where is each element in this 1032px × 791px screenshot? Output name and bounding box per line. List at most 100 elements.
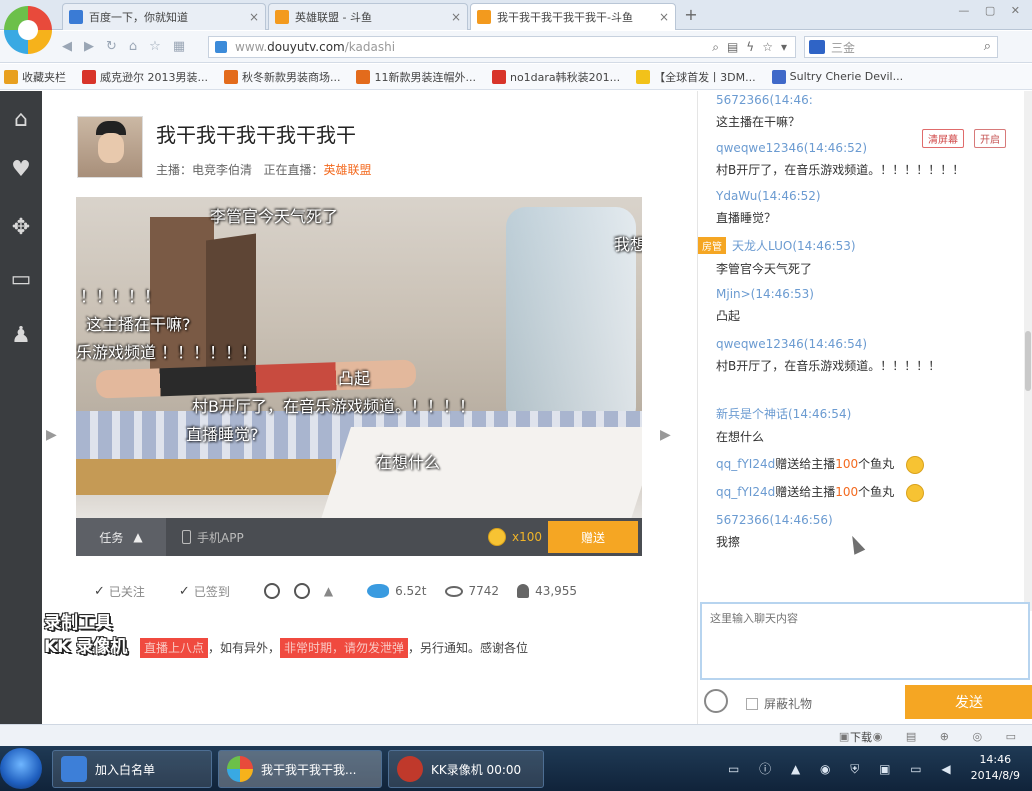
bookmark-item[interactable]: 11新款男装连帽外...	[356, 69, 476, 85]
send-gift-button[interactable]: 赠送	[548, 521, 638, 553]
bookmark-item[interactable]: no1dara韩秋装201...	[491, 69, 620, 85]
list-item: 5672366(14:46:56) 我擦	[716, 513, 833, 549]
close-icon[interactable]: ×	[451, 10, 461, 24]
chevron-down-icon[interactable]: ▾	[781, 40, 787, 55]
search-placeholder: 三金	[831, 40, 856, 55]
report-button[interactable]	[293, 583, 310, 599]
host-name[interactable]: 电竞李伯清	[192, 163, 252, 177]
taskbar: 加入白名单 我干我干我干我... KK录像机 00:00 ▭ ⓘ ▲ ◉ ⛨ ▣…	[0, 746, 1032, 791]
checkbox	[746, 697, 758, 710]
category-link[interactable]: 英雄联盟	[324, 163, 372, 177]
chat-scrollbar[interactable]	[1024, 91, 1032, 611]
taskbar-item-recorder[interactable]: KK录像机 00:00	[388, 750, 544, 788]
share-button[interactable]	[263, 583, 280, 599]
danmu-text: 村B开厅了，在音乐游戏频道。！！！！	[192, 397, 475, 416]
follow-button[interactable]: ✓ 已关注	[94, 583, 145, 600]
list-item: qweqwe12346(14:46:54) 村B开厅了，在音乐游戏频道。！！！！…	[716, 337, 941, 373]
taskbar-item-browser[interactable]: 我干我干我干我...	[218, 750, 382, 788]
grid-icon[interactable]: ▦	[173, 39, 185, 54]
clock[interactable]: 14:46 2014/8/9	[971, 752, 1020, 784]
phone-call-icon	[293, 583, 310, 599]
window-controls[interactable]: — ▢ ✕	[958, 4, 1026, 17]
chevron-left-icon[interactable]: ▶	[46, 427, 57, 443]
nav-buttons: ◀ ▶ ↻ ⌂ ☆ ▦	[62, 39, 185, 54]
folder-icon	[4, 69, 18, 84]
heart-icon[interactable]: ♥	[8, 157, 34, 183]
avatar[interactable]	[77, 116, 143, 178]
tab-lol[interactable]: 英雄联盟 - 斗鱼 ×	[268, 3, 468, 30]
page-title: 我干我干我干我干我干	[156, 123, 356, 147]
video-scene	[321, 427, 642, 518]
view-count: 7742	[444, 584, 499, 598]
favorite-icon[interactable]: ☆	[762, 40, 773, 55]
home-icon[interactable]: ⌂	[8, 107, 34, 133]
tab-current-room[interactable]: 我干我干我干我干我干-斗鱼 ×	[470, 3, 676, 30]
clear-screen-button[interactable]: 清屏幕	[922, 129, 964, 148]
bookmark-item[interactable]: 秋冬新款男装商场...	[223, 69, 340, 85]
douyu-icon	[275, 10, 289, 24]
danmu-text: 直播睡觉?	[186, 425, 259, 444]
list-item: YdaWu(14:46:52) 直播睡觉？	[716, 189, 821, 225]
room-main: 我干我干我干我干我干 主播：电竞李伯清 正在直播：英雄联盟 ▶ 李管官今天气死了…	[42, 91, 697, 724]
gift-icon	[906, 455, 925, 474]
paw-icon	[69, 10, 83, 24]
chat-textarea[interactable]	[710, 610, 1020, 672]
emoji-icon[interactable]	[704, 689, 728, 713]
video-scene	[76, 459, 336, 495]
tab-label: 我干我干我干我干我干-斗鱼	[497, 11, 633, 24]
chat-panel: 5672366(14:46: 这主播在干嘛？ qweqwe12346(14:46…	[697, 91, 1032, 724]
home-icon[interactable]: ⌂	[129, 39, 137, 54]
gift-message: qq_fYI24d赠送给主播100个鱼丸	[716, 455, 925, 474]
block-gift-checkbox[interactable]: 屏蔽礼物	[746, 695, 812, 712]
back-icon[interactable]: ◀	[62, 39, 72, 54]
url-input[interactable]: www.douyutv.com/kadashi ⌕ ▤ ϟ ☆ ▾	[208, 36, 796, 58]
search-icon[interactable]: ⌕	[984, 39, 991, 54]
system-tray[interactable]: ▭ ⓘ ▲ ◉ ⛨ ▣ ▭ ◀	[728, 760, 959, 777]
search-engine-icon[interactable]	[809, 40, 825, 54]
reader-icon[interactable]: ▤	[727, 40, 738, 55]
user-icon[interactable]: ♟	[8, 323, 34, 349]
danmu-text: 凸起	[338, 369, 371, 388]
tmall-icon	[82, 69, 96, 84]
mobile-app-link[interactable]: 手机APP	[182, 529, 244, 546]
close-icon[interactable]: ×	[249, 10, 259, 24]
bookmark-item[interactable]: Sultry Cherie Devil...	[771, 69, 903, 84]
list-item: 新兵是个神话(14:46:54) 在想什么	[716, 407, 852, 444]
video-player[interactable]: 李管官今天气死了 我想 ！！！！！ 这主播在干嘛? 乐游戏频道 ！！！！！！ 凸…	[76, 197, 642, 518]
send-button[interactable]: 发送	[905, 685, 1032, 719]
star-icon[interactable]: ☆	[149, 39, 161, 54]
more-button[interactable]: ▲	[324, 584, 333, 598]
signin-button[interactable]: ✓ 已签到	[179, 583, 230, 600]
tab-baidu[interactable]: 百度一下，你就知道 ×	[62, 3, 266, 30]
danmu-text: 我想	[614, 235, 642, 254]
forward-icon[interactable]: ▶	[84, 39, 94, 54]
fish-icon	[367, 584, 390, 598]
chat-list[interactable]: 5672366(14:46: 这主播在干嘛？ qweqwe12346(14:46…	[698, 91, 1024, 611]
zoom-icon[interactable]: ⌕	[712, 40, 719, 55]
chat-footer: 屏蔽礼物 发送	[698, 681, 1032, 724]
close-icon[interactable]: ×	[659, 10, 669, 24]
chat-input[interactable]	[700, 602, 1030, 680]
taskbar-item-whitelist[interactable]: 加入白名单	[52, 750, 212, 788]
status-icons[interactable]: ▣ ◉ ▤ ⊕ ◎ ▭	[839, 730, 1026, 743]
browser-logo-icon[interactable]	[4, 6, 52, 54]
url-text: www.douyutv.com/kadashi	[235, 40, 396, 54]
lightning-icon[interactable]: ϟ	[746, 40, 754, 55]
bookmark-item[interactable]: 【全球首发丨3DM...	[636, 69, 756, 85]
browser-tab-bar: 百度一下，你就知道 × 英雄联盟 - 斗鱼 × 我干我干我干我干我干-斗鱼 × …	[0, 0, 1032, 54]
gamepad-icon[interactable]: ✥	[8, 215, 34, 241]
bookmark-item[interactable]: 收藏夹栏	[4, 69, 66, 85]
bookmark-item[interactable]: 威克逊尔 2013男装...	[82, 69, 208, 85]
screen-icon[interactable]: ▭	[8, 267, 34, 293]
shield-icon	[215, 41, 227, 53]
chevron-right-icon[interactable]: ▶	[660, 427, 671, 443]
new-tab-button[interactable]: +	[680, 5, 702, 27]
toggle-danmu-button[interactable]: 开启	[974, 129, 1006, 148]
danmu-text: 乐游戏频道 ！！！！！！	[76, 343, 258, 362]
search-input[interactable]: 三金 ⌕	[804, 36, 998, 58]
refresh-icon[interactable]: ↻	[106, 39, 117, 54]
task-button[interactable]: 任务 ▲	[76, 518, 166, 556]
gift-message: qq_fYI24d赠送给主播100个鱼丸	[716, 483, 925, 502]
browser-icon	[227, 756, 253, 782]
windows-start-icon[interactable]	[0, 748, 42, 789]
